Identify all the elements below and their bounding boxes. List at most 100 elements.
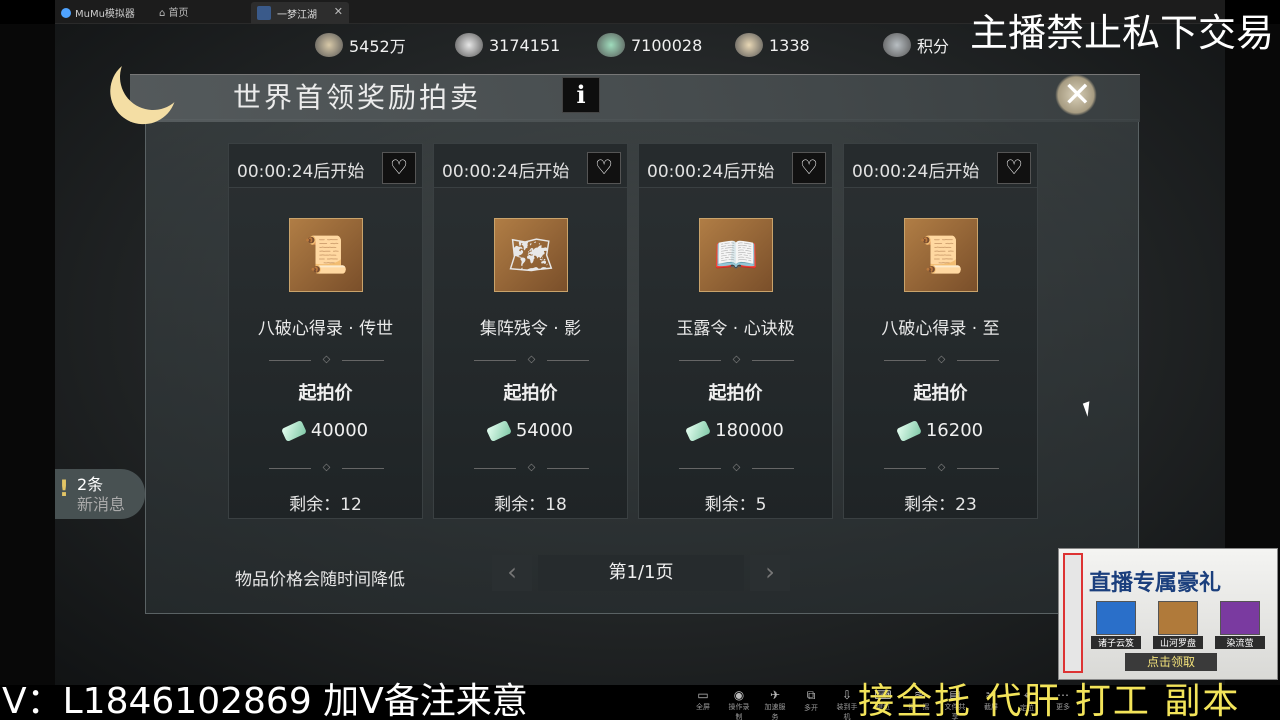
currency-item: 积分 bbox=[883, 33, 950, 57]
remaining-count: 剩余：18 bbox=[494, 495, 567, 515]
price-row: 40000 bbox=[229, 419, 422, 442]
coin-pouch-icon bbox=[315, 33, 343, 57]
price-row: 54000 bbox=[434, 419, 627, 442]
toolbar-button[interactable]: ⧉ 多开 bbox=[798, 688, 824, 720]
rocket-icon: ✈ bbox=[769, 688, 781, 702]
start-timer: 00:00:24后开始 bbox=[237, 162, 365, 182]
close-button[interactable]: ✕ bbox=[1045, 68, 1105, 124]
item-name: 玉露令 · 心诀极 bbox=[676, 319, 795, 339]
favorite-heart-icon[interactable]: ♡ bbox=[792, 152, 826, 184]
gift-name: 诸子云笈 bbox=[1091, 636, 1141, 649]
game-tab-label: 一梦江湖 bbox=[277, 10, 317, 21]
promo-gift: 山河罗盘 bbox=[1153, 601, 1203, 649]
points-shield-icon bbox=[883, 33, 911, 57]
starting-price-value: 40000 bbox=[310, 420, 369, 441]
currency-item: 1338 bbox=[735, 33, 810, 57]
jade-currency-icon bbox=[485, 419, 512, 442]
remaining-count: 剩余：23 bbox=[904, 495, 977, 515]
favorite-heart-icon[interactable]: ♡ bbox=[997, 152, 1031, 184]
emulator-game-tab[interactable]: 一梦江湖 ✕ bbox=[251, 2, 349, 24]
auction-card[interactable]: 00:00:24后开始 ♡ 📜 八破心得录 · 至 ◇ 起拍价 16200 ◇ 剩余：23 bbox=[843, 143, 1038, 519]
message-label: 新消息 bbox=[77, 495, 126, 514]
tab-close-icon[interactable]: ✕ bbox=[334, 5, 343, 18]
golden-scroll-icon[interactable]: 📜 bbox=[289, 218, 363, 292]
pagination: ‹ 第1/1页 › bbox=[492, 555, 790, 591]
toolbar-label: 装到手机 bbox=[836, 703, 858, 720]
starting-price-value: 54000 bbox=[515, 420, 574, 441]
toolbar-label: 多开 bbox=[804, 704, 818, 712]
ornament-divider: ◇ bbox=[474, 462, 589, 474]
gift-item-icon bbox=[1220, 601, 1260, 635]
price-row: 180000 bbox=[639, 419, 832, 442]
open-book-scroll-icon[interactable]: 📖 bbox=[699, 218, 773, 292]
currency-value: 7100028 bbox=[631, 35, 703, 55]
currency-value: 1338 bbox=[769, 35, 810, 55]
item-name: 八破心得录 · 传世 bbox=[257, 319, 394, 339]
page-title: 世界首领奖励拍卖 bbox=[233, 81, 482, 114]
starting-price-label: 起拍价 bbox=[913, 383, 968, 404]
ornament-divider: ◇ bbox=[269, 354, 384, 366]
auction-card[interactable]: 00:00:24后开始 ♡ 📜 八破心得录 · 传世 ◇ 起拍价 40000 ◇ 剩余：12 bbox=[228, 143, 423, 519]
exclamation-icon: ! bbox=[59, 477, 70, 502]
currency-value: 3174151 bbox=[489, 35, 561, 55]
gift-item-icon bbox=[1158, 601, 1198, 635]
currency-value: 5452万 bbox=[349, 37, 406, 56]
item-glyph: 🗺 bbox=[508, 235, 554, 276]
next-page-button[interactable]: › bbox=[750, 555, 790, 591]
auction-card[interactable]: 00:00:24后开始 ♡ 🗺 集阵残令 · 影 ◇ 起拍价 54000 ◇ 剩余：18 bbox=[433, 143, 628, 519]
remaining-count: 剩余：12 bbox=[289, 495, 362, 515]
starting-price-label: 起拍价 bbox=[298, 383, 353, 404]
start-timer: 00:00:24后开始 bbox=[442, 162, 570, 182]
starting-price-label: 起拍价 bbox=[708, 383, 763, 404]
info-button[interactable]: i bbox=[562, 77, 600, 113]
promo-claim-button[interactable]: 点击领取 bbox=[1125, 653, 1217, 671]
card-header: 00:00:24后开始 ♡ bbox=[639, 144, 832, 188]
jade-currency-icon bbox=[685, 419, 712, 442]
currency-item: 3174151 bbox=[455, 33, 561, 57]
start-timer: 00:00:24后开始 bbox=[852, 162, 980, 182]
ornament-divider: ◇ bbox=[474, 354, 589, 366]
toolbar-button[interactable]: ▭ 全屏 bbox=[690, 688, 716, 720]
ornament-divider: ◇ bbox=[884, 354, 999, 366]
emulator-home-tab[interactable]: ⌂ 首页 bbox=[159, 4, 189, 19]
game-viewport: 5452万 3174151 7100028 1338 积分 世界首领奖励拍卖 i ✕ 0… bbox=[55, 24, 1225, 685]
page-indicator: 第1/1页 bbox=[538, 555, 744, 591]
gold-ingot-plus-icon bbox=[735, 33, 763, 57]
card-header: 00:00:24后开始 ♡ bbox=[434, 144, 627, 188]
remaining-count: 剩余：5 bbox=[704, 495, 767, 515]
fullscreen-icon: ▭ bbox=[697, 688, 709, 702]
promo-title: 直播专属豪礼 bbox=[1089, 571, 1222, 596]
emulator-app-name: MuMu模拟器 bbox=[75, 9, 135, 20]
golden-scroll-icon[interactable]: 📜 bbox=[904, 218, 978, 292]
home-tab-label: 首页 bbox=[168, 8, 189, 19]
promo-side-tab bbox=[1063, 553, 1083, 673]
toolbar-label: 全屏 bbox=[696, 703, 710, 711]
close-icon: ✕ bbox=[1063, 75, 1092, 115]
jade-plus-icon bbox=[597, 33, 625, 57]
jade-currency-icon bbox=[895, 419, 922, 442]
new-message-badge[interactable]: ! 2条 新消息 bbox=[55, 469, 145, 519]
currency-item: 7100028 bbox=[597, 33, 703, 57]
auction-card[interactable]: 00:00:24后开始 ♡ 📖 玉露令 · 心诀极 ◇ 起拍价 180000 ◇ 剩余：5 bbox=[638, 143, 833, 519]
torn-order-scroll-icon[interactable]: 🗺 bbox=[494, 218, 568, 292]
gift-item-icon bbox=[1096, 601, 1136, 635]
promo-gift: 诸子云笈 bbox=[1091, 601, 1141, 649]
item-name: 八破心得录 · 至 bbox=[881, 319, 1000, 339]
mumu-logo-icon bbox=[61, 8, 71, 18]
ornament-divider: ◇ bbox=[269, 462, 384, 474]
toolbar-button[interactable]: ✈ 加速服务 bbox=[762, 688, 788, 720]
item-glyph: 📜 bbox=[918, 235, 964, 276]
favorite-heart-icon[interactable]: ♡ bbox=[587, 152, 621, 184]
prev-page-button[interactable]: ‹ bbox=[492, 555, 532, 591]
starting-price-label: 起拍价 bbox=[503, 383, 558, 404]
jade-currency-icon bbox=[280, 419, 307, 442]
emulator-title: MuMu模拟器 bbox=[61, 5, 135, 20]
item-name: 集阵残令 · 影 bbox=[479, 319, 582, 339]
toolbar-button[interactable]: ◉ 操作录制 bbox=[726, 688, 752, 720]
favorite-heart-icon[interactable]: ♡ bbox=[382, 152, 416, 184]
promo-banner[interactable]: 直播专属豪礼 诸子云笈 山河罗盘 染流萤 点击领取 bbox=[1058, 548, 1278, 680]
currency-value: 积分 bbox=[917, 37, 950, 56]
toolbar-button[interactable]: ⇩ 装到手机 bbox=[834, 688, 860, 720]
install-icon: ⇩ bbox=[841, 688, 853, 702]
card-header: 00:00:24后开始 ♡ bbox=[229, 144, 422, 188]
